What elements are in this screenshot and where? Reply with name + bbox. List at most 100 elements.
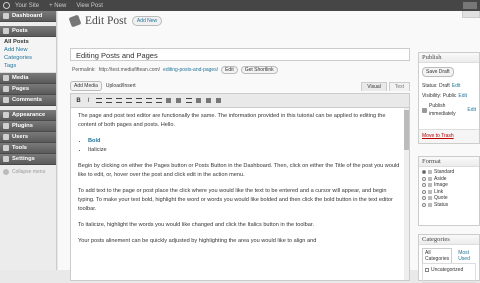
visibility-row: Visibility: Public Edit: [419, 91, 479, 101]
screen-options-tab[interactable]: [462, 11, 480, 18]
post-title-input[interactable]: Editing Posts and Pages: [70, 48, 410, 61]
unlink-icon[interactable]: [174, 96, 183, 105]
format-icon: [428, 202, 432, 207]
fullscreen-icon[interactable]: [204, 96, 213, 105]
format-label: Quote: [434, 195, 448, 202]
admin-bar-account[interactable]: [463, 2, 477, 9]
bold-button[interactable]: B: [74, 96, 83, 105]
admin-sidebar: Dashboard Posts All Posts Add New Catego…: [0, 11, 57, 270]
sidebar-item-media[interactable]: Media: [0, 73, 56, 84]
paragraph: To italicize, highlight the words you wo…: [78, 222, 315, 228]
publish-edit-link[interactable]: Edit: [467, 106, 476, 114]
paragraph: The page and post text editor are functi…: [78, 113, 386, 128]
wordpress-logo-icon[interactable]: [3, 2, 10, 9]
visibility-text: Visibility: Public: [422, 93, 457, 99]
save-draft-button[interactable]: Save Draft: [422, 67, 454, 77]
editor-scrollbar[interactable]: [404, 108, 409, 280]
tab-all-categories[interactable]: All Categories: [422, 248, 453, 263]
radio-icon[interactable]: [422, 176, 426, 181]
editor-toolbar: B I: [71, 94, 409, 108]
tools-icon: [3, 145, 9, 151]
edit-permalink-button[interactable]: Edit: [221, 66, 238, 74]
sidebar-item-appearance[interactable]: Appearance: [0, 110, 56, 121]
comments-icon: [3, 97, 9, 103]
add-new-button[interactable]: Add New: [131, 16, 163, 26]
sidebar-item-plugins[interactable]: Plugins: [0, 121, 56, 132]
sidebar-item-users[interactable]: Users: [0, 132, 56, 143]
post-editor[interactable]: B I The page and post text editor are fu…: [70, 93, 410, 281]
format-option-status[interactable]: Status: [419, 202, 479, 209]
admin-bar-view-post[interactable]: View Post: [71, 0, 108, 11]
status-edit-link[interactable]: Edit: [452, 82, 461, 90]
scrollbar-thumb[interactable]: [404, 110, 409, 150]
radio-icon[interactable]: [422, 189, 426, 194]
format-label: Standard: [434, 169, 455, 176]
radio-icon[interactable]: [422, 183, 426, 188]
collapse-label: Collapse menu: [12, 169, 46, 175]
publish-box: Publish Save Draft Status: Draft Edit Vis…: [418, 52, 480, 144]
categories-heading: Categories: [419, 235, 479, 245]
sidebar-item-comments[interactable]: Comments: [0, 95, 56, 106]
checkbox-icon[interactable]: [425, 268, 429, 272]
visibility-edit-link[interactable]: Edit: [458, 92, 467, 100]
admin-bar: Your Site + New View Post: [0, 0, 480, 11]
posts-submenu: All Posts Add New Categories Tags: [0, 37, 56, 73]
paragraph: To add text to the page or post place th…: [78, 188, 393, 212]
radio-icon[interactable]: [422, 196, 426, 201]
sidebar-item-label: Appearance: [12, 112, 46, 118]
tab-most-used[interactable]: Most Used: [455, 248, 476, 263]
permalink-label: Permalink:: [72, 67, 96, 73]
strikethrough-icon[interactable]: [94, 96, 103, 105]
publish-date-row: Publish immediately Edit: [419, 101, 479, 119]
sidebar-subitem-all-posts[interactable]: All Posts: [0, 38, 56, 46]
sidebar-subitem-categories[interactable]: Categories: [0, 54, 56, 62]
admin-bar-site[interactable]: Your Site: [10, 0, 44, 11]
blockquote-icon[interactable]: [124, 96, 133, 105]
italic-button[interactable]: I: [84, 96, 93, 105]
sidebar-subitem-add-new[interactable]: Add New: [0, 46, 56, 54]
align-center-icon[interactable]: [144, 96, 153, 105]
permalink-slug[interactable]: editing-posts-and-pages/: [163, 67, 218, 73]
align-right-icon[interactable]: [154, 96, 163, 105]
upload-insert-label: Upload/Insert: [105, 83, 136, 89]
sidebar-item-posts[interactable]: Posts: [0, 26, 56, 37]
format-icon: [428, 189, 432, 194]
add-media-button[interactable]: Add Media: [70, 81, 102, 91]
tab-visual[interactable]: Visual: [361, 81, 387, 91]
bullet-list-icon[interactable]: [104, 96, 113, 105]
move-to-trash-link[interactable]: Move to Trash: [422, 133, 454, 139]
pin-icon: [68, 14, 82, 28]
paragraph: Your posts alinement can be quickly adju…: [78, 238, 317, 244]
collapse-menu[interactable]: Collapse menu: [0, 165, 56, 179]
format-label: Aside: [434, 175, 447, 182]
admin-bar-new[interactable]: + New: [44, 0, 71, 11]
plugins-icon: [3, 123, 9, 129]
sidebar-subitem-tags[interactable]: Tags: [0, 62, 56, 70]
spellcheck-icon[interactable]: [194, 96, 203, 105]
link-icon[interactable]: [164, 96, 173, 105]
sidebar-item-label: Dashboard: [12, 13, 43, 19]
sidebar-item-label: Settings: [12, 156, 35, 162]
radio-icon[interactable]: [422, 202, 426, 207]
sidebar-item-settings[interactable]: Settings: [0, 154, 56, 165]
users-icon: [3, 134, 9, 140]
sidebar-item-dashboard[interactable]: Dashboard: [0, 11, 56, 22]
kitchen-sink-icon[interactable]: [214, 96, 223, 105]
sidebar-item-label: Plugins: [12, 123, 33, 129]
sidebar-item-tools[interactable]: Tools: [0, 143, 56, 154]
sidebar-item-pages[interactable]: Pages: [0, 84, 56, 95]
categories-box: Categories All Categories Most Used Unca…: [418, 234, 480, 283]
more-tag-icon[interactable]: [184, 96, 193, 105]
align-left-icon[interactable]: [134, 96, 143, 105]
numbered-list-icon[interactable]: [114, 96, 123, 105]
get-shortlink-button[interactable]: Get Shortlink: [240, 66, 278, 74]
settings-icon: [3, 156, 9, 162]
pages-icon: [3, 86, 9, 92]
format-box: Format Standard Aside Image Link Quote S…: [418, 156, 480, 226]
editor-content[interactable]: The page and post text editor are functi…: [71, 108, 409, 246]
radio-icon[interactable]: [422, 170, 426, 175]
page-header: Edit Post Add New: [68, 14, 163, 28]
format-icon: [428, 196, 432, 201]
tab-text[interactable]: Text: [388, 81, 410, 91]
format-heading: Format: [419, 157, 479, 167]
